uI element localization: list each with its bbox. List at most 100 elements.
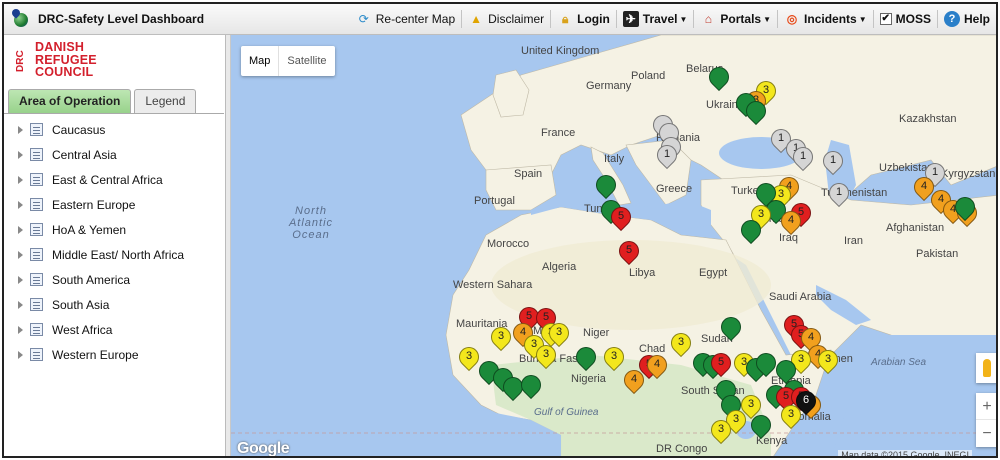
expand-arrow-icon[interactable] — [18, 150, 23, 159]
chevron-down-icon: ▼ — [763, 14, 772, 24]
tree-node-label: East & Central Africa — [52, 172, 163, 187]
map-marker-yellow[interactable]: 3 — [666, 328, 696, 361]
tree-node-eastern-europe[interactable]: Eastern Europe — [4, 192, 224, 217]
marker-level: 3 — [717, 423, 725, 435]
zoom-in-button[interactable]: + — [976, 393, 996, 420]
map-canvas[interactable]: Map Satellite United Kingdom Poland Belaru… — [231, 35, 996, 456]
map-basemap — [231, 35, 996, 456]
area-tree: Caucasus Central Asia East & Central Afric… — [4, 117, 224, 367]
marker-level: 3 — [497, 330, 505, 342]
map-marker-orange[interactable]: 4 — [776, 206, 806, 239]
country-label: Germany — [586, 80, 632, 92]
tab-legend[interactable]: Legend — [134, 89, 197, 113]
map-marker-yellow[interactable]: 3 — [813, 345, 843, 378]
lock-icon: 🔒︎ — [561, 12, 569, 26]
tree-node-caucasus[interactable]: Caucasus — [4, 117, 224, 142]
tree-node-label: South Asia — [52, 297, 110, 312]
map-marker-yellow[interactable]: 3 — [531, 340, 561, 373]
map-marker-grey[interactable]: 1 — [788, 142, 818, 175]
country-label: Italy — [604, 153, 625, 165]
tree-node-label: West Africa — [52, 322, 113, 337]
map-marker-green[interactable] — [516, 370, 546, 403]
tree-node-east-central-africa[interactable]: East & Central Africa — [4, 167, 224, 192]
map-marker-yellow[interactable]: 3 — [599, 342, 629, 375]
login-button[interactable]: 🔒︎ Login — [551, 4, 616, 34]
disclaimer-button[interactable]: ▲ Disclaimer — [462, 4, 550, 34]
map-marker-orange[interactable]: 4 — [619, 365, 649, 398]
chevron-down-icon: ▼ — [679, 14, 688, 24]
portals-menu[interactable]: ⌂ Portals ▼ — [694, 4, 777, 34]
marker-pin-icon — [704, 62, 734, 92]
incidents-label: Incidents — [804, 12, 857, 26]
moss-toggle[interactable]: ✔ MOSS — [874, 4, 937, 34]
google-logo[interactable]: Google — [237, 440, 290, 456]
map-type-map-button[interactable]: Map — [241, 46, 278, 76]
map-marker-green[interactable] — [716, 312, 746, 345]
map-marker-grey[interactable]: 1 — [824, 178, 854, 211]
marker-pin-icon — [736, 215, 766, 245]
country-label: Portugal — [474, 195, 515, 207]
map-marker-green[interactable] — [950, 192, 980, 225]
map-marker-green[interactable] — [736, 215, 766, 248]
marker-pin-icon — [716, 312, 746, 342]
expand-arrow-icon[interactable] — [18, 300, 23, 309]
map-marker-green[interactable] — [591, 170, 621, 203]
map-marker-green[interactable] — [498, 372, 528, 405]
country-label: Afghanistan — [886, 222, 945, 234]
expand-arrow-icon[interactable] — [18, 200, 23, 209]
map-marker-black[interactable]: 6 — [791, 386, 821, 419]
plane-icon: ✈ — [622, 11, 639, 27]
street-view-pegman[interactable] — [976, 353, 996, 383]
warning-icon: ▲ — [470, 12, 483, 26]
moss-checkbox[interactable]: ✔ — [879, 13, 892, 25]
expand-arrow-icon[interactable] — [18, 275, 23, 284]
list-icon — [30, 273, 43, 286]
map-marker-yellow[interactable]: 3 — [706, 415, 736, 448]
map-marker-green[interactable] — [741, 96, 771, 129]
list-icon — [30, 348, 43, 361]
recenter-map-button[interactable]: ⟳ Re-center Map — [350, 4, 461, 34]
map-marker-green[interactable] — [746, 410, 776, 443]
list-icon — [30, 323, 43, 336]
expand-arrow-icon[interactable] — [18, 250, 23, 259]
expand-arrow-icon[interactable] — [18, 350, 23, 359]
map-marker-yellow[interactable]: 3 — [454, 342, 484, 375]
expand-arrow-icon[interactable] — [18, 325, 23, 334]
map-marker-green[interactable] — [751, 348, 781, 381]
incidents-menu[interactable]: ◎ Incidents ▼ — [778, 4, 873, 34]
expand-arrow-icon[interactable] — [18, 175, 23, 184]
tree-node-western-europe[interactable]: Western Europe — [4, 342, 224, 367]
zoom-out-button[interactable]: − — [976, 420, 996, 447]
map-marker-green[interactable] — [704, 62, 734, 95]
zoom-control: + − — [976, 393, 996, 447]
expand-arrow-icon[interactable] — [18, 225, 23, 234]
country-label: Poland — [631, 70, 666, 82]
map-marker-red[interactable]: 5 — [606, 202, 636, 235]
tree-node-south-asia[interactable]: South Asia — [4, 292, 224, 317]
tree-node-middle-east-north-africa[interactable]: Middle East/ North Africa — [4, 242, 224, 267]
marker-level: 1 — [799, 150, 807, 162]
expand-arrow-icon[interactable] — [18, 125, 23, 134]
marker-level: 3 — [610, 350, 618, 362]
drc-logo-line: DANISH — [35, 40, 85, 54]
tree-node-west-africa[interactable]: West Africa — [4, 317, 224, 342]
sea-label: Arabian Sea — [871, 357, 927, 368]
map-type-satellite-button[interactable]: Satellite — [278, 46, 334, 76]
map-marker-grey[interactable]: 1 — [818, 146, 848, 179]
map-marker-orange[interactable]: 4 — [642, 350, 672, 383]
map-marker-green[interactable] — [571, 342, 601, 375]
tab-area-of-operation[interactable]: Area of Operation — [8, 89, 132, 113]
help-label: Help — [963, 12, 990, 26]
marker-level: 5 — [717, 356, 725, 368]
tree-node-south-america[interactable]: South America — [4, 267, 224, 292]
marker-level: 3 — [555, 326, 563, 338]
travel-menu[interactable]: ✈ Travel ▼ — [617, 4, 694, 34]
marker-level: 4 — [630, 373, 638, 385]
help-button[interactable]: ? Help — [938, 4, 996, 34]
map-marker-red[interactable]: 5 — [706, 348, 736, 381]
map-marker-yellow[interactable]: 3 — [486, 322, 516, 355]
map-marker-grey[interactable]: 1 — [652, 140, 682, 173]
tree-node-central-asia[interactable]: Central Asia — [4, 142, 224, 167]
map-marker-red[interactable]: 5 — [614, 236, 644, 269]
tree-node-hoa-yemen[interactable]: HoA & Yemen — [4, 217, 224, 242]
